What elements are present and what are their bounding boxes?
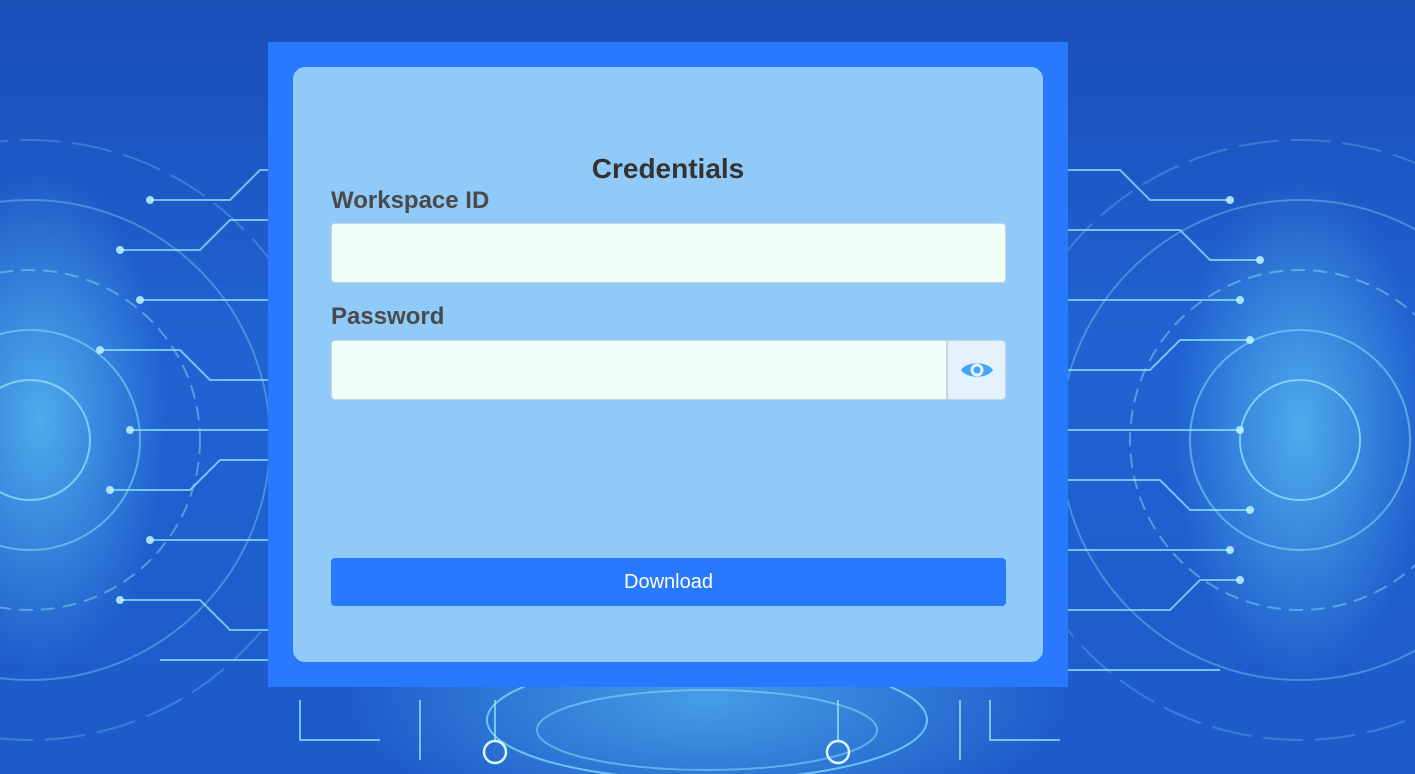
credentials-card: Credentials Workspace ID Password Downlo… — [293, 67, 1043, 662]
workspace-id-input[interactable] — [331, 223, 1006, 283]
password-label: Password — [331, 303, 445, 330]
workspace-id-label: Workspace ID — [331, 187, 490, 214]
toggle-password-visibility-button[interactable] — [947, 340, 1006, 400]
credentials-panel: Credentials Workspace ID Password Downlo… — [268, 42, 1068, 687]
password-input[interactable] — [331, 340, 947, 400]
eye-icon — [960, 363, 993, 377]
page-title: Credentials — [591, 153, 745, 184]
download-button[interactable]: Download — [331, 558, 1006, 606]
